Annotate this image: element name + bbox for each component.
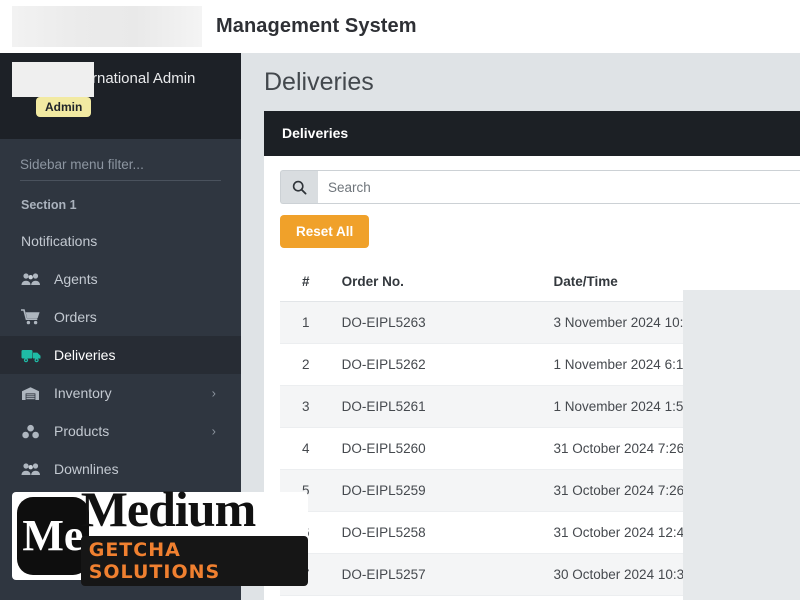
watermark-mark: Me <box>17 497 89 575</box>
cell-datetime: 1 November 2024 6:10 pm <box>553 343 800 386</box>
sidebar-item-label: Products <box>54 423 110 439</box>
cell-index: 1 <box>280 301 342 344</box>
deliveries-panel: Deliveries Reset All # <box>264 111 800 600</box>
cell-order-no: DO-EIPL5262 <box>341 343 554 386</box>
cell-datetime: 31 October 2024 7:26 pm <box>553 469 800 512</box>
sidebar-item-label: Orders <box>54 309 97 325</box>
sidebar-item-products[interactable]: Products › <box>0 412 241 450</box>
chevron-right-icon: › <box>211 423 216 439</box>
table-row[interactable]: 5 DO-EIPL5259 31 October 2024 7:26 pm <box>280 469 800 512</box>
table-header-row: # Order No. Date/Time A <box>280 262 800 302</box>
search-row <box>280 170 800 204</box>
reset-all-button[interactable]: Reset All <box>280 215 370 248</box>
table-row[interactable]: 6DO-EIPL525831 October 2024 12:49 am <box>280 511 800 554</box>
cart-icon <box>21 309 43 325</box>
cell-datetime: 30 October 2024 3:15 <box>553 595 800 600</box>
sidebar-item-deliveries[interactable]: Deliveries <box>0 336 241 374</box>
cell-index: 3 <box>280 385 342 428</box>
deliveries-table: # Order No. Date/Time A 1DO-EIPL52633 No… <box>280 262 800 600</box>
table-row[interactable]: 2 DO-EIPL5262 1 November 2024 6:10 pm <box>280 343 800 386</box>
table-row[interactable]: 8DO-EIPL525630 October 2024 3:15 <box>280 595 800 600</box>
column-header-datetime[interactable]: Date/Time <box>553 262 800 302</box>
cell-order-no: DO-EIPL5263 <box>341 301 554 344</box>
sidebar-item-label: Downlines <box>54 461 119 477</box>
sidebar-user-block[interactable]: rnational Admin Admin <box>0 53 241 139</box>
cell-order-no: DO-EIPL5259 <box>341 469 554 512</box>
column-header-order-no[interactable]: Order No. <box>341 262 554 302</box>
sidebar-filter-wrap <box>0 139 241 181</box>
sidebar-item-label: Agents <box>54 271 98 287</box>
panel-header: Deliveries <box>264 111 800 156</box>
sidebar-filter-input[interactable] <box>20 155 221 181</box>
watermark-text: Medium GETCHA SOLUTIONS <box>80 481 308 586</box>
sidebar-item-label: Notifications <box>21 233 98 249</box>
cell-datetime: 30 October 2024 10:33 pm <box>553 553 800 596</box>
users-icon <box>21 271 43 287</box>
cell-datetime: 1 November 2024 1:56 am <box>553 385 800 428</box>
sidebar-item-notifications[interactable]: Notifications <box>0 222 241 260</box>
avatar <box>12 62 94 97</box>
cell-datetime: 3 November 2024 10:47 am <box>553 301 800 344</box>
app-title: Management System <box>216 15 417 37</box>
cell-order-no: DO-EIPL5258 <box>341 511 554 554</box>
cell-datetime: 31 October 2024 12:49 am <box>553 511 800 554</box>
sidebar-item-label: Deliveries <box>54 347 116 363</box>
sidebar-item-agents[interactable]: Agents <box>0 260 241 298</box>
cell-order-no: DO-EIPL5261 <box>341 385 554 428</box>
column-header-index[interactable]: # <box>280 262 342 302</box>
cell-index: 8 <box>280 595 342 600</box>
truck-icon <box>21 347 43 363</box>
search-icon[interactable] <box>280 170 318 204</box>
cell-datetime: 31 October 2024 7:26 pm <box>553 427 800 470</box>
watermark-overlay: Me Medium GETCHA SOLUTIONS <box>12 485 308 586</box>
panel-body: Reset All # Order No. Date/Time A 1DO-EI… <box>264 156 800 600</box>
chevron-right-icon: › <box>211 385 216 401</box>
sidebar-item-orders[interactable]: Orders <box>0 298 241 336</box>
brand-logo-redacted <box>12 6 202 47</box>
page-title: Deliveries <box>264 68 374 96</box>
sidebar-item-label: Inventory <box>54 385 112 401</box>
cell-order-no: DO-EIPL5260 <box>341 427 554 470</box>
cell-order-no: DO-EIPL5257 <box>341 553 554 596</box>
table-row[interactable]: 7DO-EIPL525730 October 2024 10:33 pm <box>280 553 800 596</box>
table-row[interactable]: 3 DO-EIPL5261 1 November 2024 1:56 am <box>280 385 800 428</box>
cell-order-no: DO-EIPL5256 <box>341 595 554 600</box>
boxes-icon <box>21 423 43 439</box>
cell-index: 4 <box>280 427 342 470</box>
top-bar: Management System <box>0 0 800 53</box>
cell-index: 2 <box>280 343 342 386</box>
sidebar-nav: Notifications Agents Orders Deliveries I… <box>0 222 241 488</box>
search-input[interactable] <box>318 170 800 204</box>
sidebar-section-label: Section 1 <box>21 198 77 212</box>
sidebar-item-inventory[interactable]: Inventory › <box>0 374 241 412</box>
role-badge: Admin <box>36 97 92 117</box>
watermark-brand: Medium <box>80 481 257 538</box>
table-head: # Order No. Date/Time A <box>280 262 800 302</box>
app-root: Management System rnational Admin Admin … <box>0 0 800 600</box>
watermark-tagline: GETCHA SOLUTIONS <box>80 535 308 586</box>
table-row[interactable]: 1 DO-EIPL5263 3 November 2024 10:47 am <box>280 301 800 344</box>
warehouse-icon <box>21 385 43 401</box>
main-content: Deliveries Deliveries Reset All <box>241 53 800 600</box>
users-icon <box>21 461 43 477</box>
table-row[interactable]: 4 DO-EIPL5260 31 October 2024 7:26 pm <box>280 427 800 470</box>
table-body: 1 DO-EIPL5263 3 November 2024 10:47 am 2 DO-… <box>280 301 800 600</box>
